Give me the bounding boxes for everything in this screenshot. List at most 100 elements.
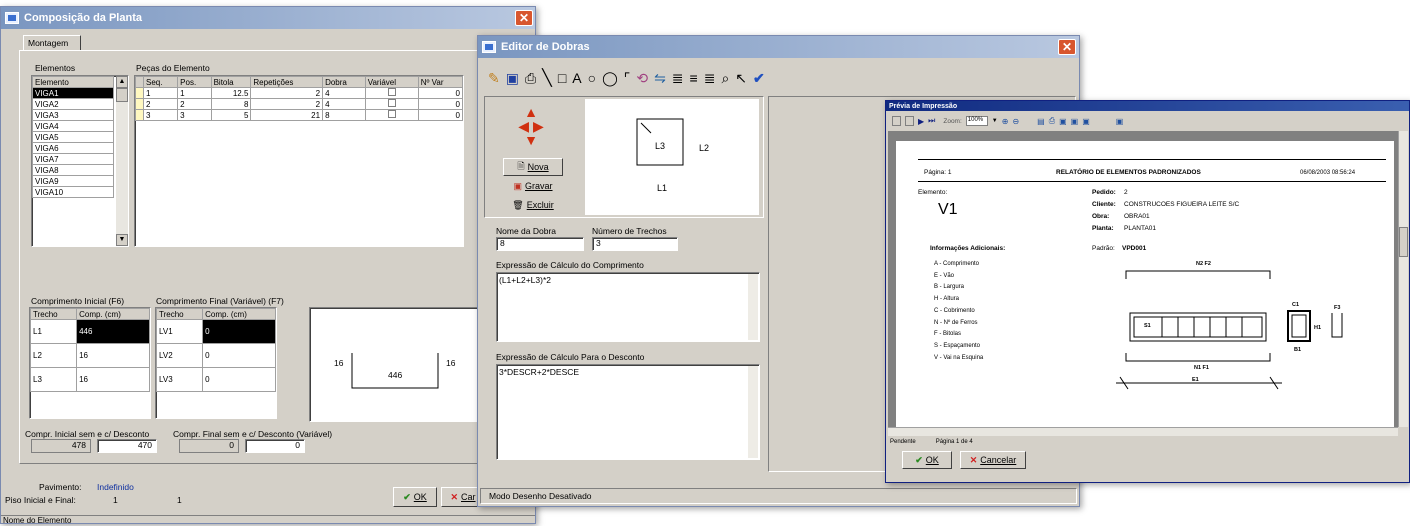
chevron-down-icon[interactable]: ▼ — [992, 118, 998, 124]
save-icon[interactable]: ▣ — [506, 70, 519, 87]
print-icon[interactable]: ⎙ — [1049, 116, 1055, 126]
zoom-icon[interactable]: ⌕ — [721, 70, 729, 87]
align-right-icon[interactable]: ≣ — [704, 70, 716, 87]
nova-button[interactable]: 🗎 Nova — [503, 158, 563, 176]
preview-titlebar[interactable]: Prévia de Impressão — [886, 101, 1409, 111]
page-width-icon[interactable]: ▤ — [1037, 117, 1045, 126]
expr-desc-textarea[interactable]: 3*DESCR+2*DESCE — [496, 364, 760, 460]
pecas-cell[interactable]: 8 — [322, 109, 366, 121]
trecho-header[interactable]: Trecho — [30, 308, 78, 320]
comp-row[interactable]: L3 16 — [30, 367, 150, 392]
compr-final-com[interactable]: 0 — [245, 439, 305, 453]
variavel-checkbox-cell[interactable] — [364, 98, 419, 110]
expr-comp-textarea[interactable]: (L1+L2+L3)*2 — [496, 272, 760, 342]
nome-input[interactable]: 8 — [496, 237, 584, 251]
elemento-cell[interactable]: VIGA9 — [32, 175, 114, 187]
trecho-cell[interactable]: LV1 — [156, 319, 204, 344]
comp-cell[interactable]: 16 — [76, 343, 150, 368]
pecas-column-header[interactable]: Nº Var — [417, 76, 463, 88]
line-icon[interactable]: ╲ — [542, 68, 552, 88]
dobra-canvas[interactable]: L3 L2 L1 — [585, 99, 759, 215]
pecas-cell[interactable]: 5 — [210, 109, 252, 121]
pecas-cell[interactable]: 1 — [142, 87, 179, 99]
elemento-cell[interactable]: VIGA6 — [32, 142, 114, 154]
setup-icon[interactable]: ▣ — [1059, 117, 1067, 126]
move-arrows-icon[interactable]: ▲ ◀ ▶ ▼ — [507, 105, 555, 149]
elementos-list[interactable]: Elemento VIGA1 VIGA2 VIGA3 VIGA4 VIGA5 VIGA6 V… — [31, 75, 129, 247]
next-page-icon[interactable]: ▶ — [918, 117, 924, 126]
comp-row[interactable]: LV1 0 — [156, 319, 276, 344]
elemento-row[interactable]: VIGA2 — [32, 98, 114, 110]
elemento-cell[interactable]: VIGA3 — [32, 109, 114, 121]
elemento-row[interactable]: VIGA6 — [32, 142, 114, 154]
rotate-icon[interactable]: ⟲ — [636, 70, 648, 87]
scroll-up-icon[interactable]: ▲ — [116, 76, 128, 88]
open-icon[interactable]: ▣ — [1082, 117, 1090, 126]
pecas-cell[interactable]: 0 — [417, 98, 463, 110]
expr-comp-scrollbar[interactable] — [748, 274, 758, 340]
elemento-row[interactable]: VIGA5 — [32, 131, 114, 143]
elemento-cell[interactable]: VIGA5 — [32, 131, 114, 143]
elemento-row[interactable]: VIGA7 — [32, 153, 114, 165]
scroll-down-icon[interactable]: ▼ — [116, 234, 128, 246]
trecho-cell[interactable]: L2 — [30, 343, 78, 368]
elemento-row[interactable]: VIGA3 — [32, 109, 114, 121]
elemento-row[interactable]: VIGA9 — [32, 175, 114, 187]
variavel-checkbox[interactable] — [387, 99, 396, 107]
pecas-cell[interactable]: 21 — [250, 109, 324, 121]
excluir-button[interactable]: 🗑 Excluir — [503, 196, 563, 214]
zoom-select[interactable]: 100% — [965, 116, 988, 126]
align-center-icon[interactable]: ≡ — [690, 70, 698, 86]
close-preview-icon[interactable]: ▣ — [1116, 117, 1124, 126]
row-indicator[interactable] — [135, 109, 144, 121]
elemento-cell[interactable]: VIGA7 — [32, 153, 114, 165]
elemento-row[interactable]: VIGA8 — [32, 164, 114, 176]
comp-final-grid[interactable]: Trecho Comp. (cm) LV1 0 LV2 0 LV3 0 — [155, 307, 277, 419]
ellipse-icon[interactable]: ◯ — [602, 70, 618, 87]
mirror-icon[interactable]: ⇋ — [654, 70, 666, 87]
pecas-column-header[interactable]: Dobra — [322, 76, 366, 88]
comp-cell[interactable]: 0 — [202, 343, 276, 368]
pecas-cell[interactable]: 12.5 — [210, 87, 252, 99]
elemento-cell[interactable]: VIGA4 — [32, 120, 114, 132]
elemento-cell[interactable]: VIGA2 — [32, 98, 114, 110]
trecho-cell[interactable]: L3 — [30, 367, 78, 392]
comp-cell[interactable]: 0 — [202, 367, 276, 392]
pointer-icon[interactable]: ↖ — [735, 70, 747, 87]
comp-header[interactable]: Comp. (cm) — [202, 308, 276, 320]
pecas-row[interactable]: 1 1 12.5 2 4 0 — [135, 87, 463, 99]
pecas-column-header[interactable]: Variável — [364, 76, 419, 88]
comp-row[interactable]: LV2 0 — [156, 343, 276, 368]
vertical-scrollbar[interactable] — [1398, 131, 1408, 427]
comp-cell[interactable]: 16 — [76, 367, 150, 392]
elemento-header[interactable]: Elemento — [32, 76, 114, 88]
comp-row[interactable]: L2 16 — [30, 343, 150, 368]
confirm-check-icon[interactable]: ✔ — [753, 70, 765, 87]
pecas-row[interactable]: 228240 — [135, 98, 463, 110]
pecas-cell[interactable]: 1 — [177, 87, 212, 99]
comp-header[interactable]: Comp. (cm) — [76, 308, 150, 320]
pecas-cell[interactable]: 8 — [210, 98, 252, 110]
zoom-out-icon[interactable]: ⊖ — [1012, 117, 1019, 126]
pecas-cell[interactable]: 2 — [177, 98, 212, 110]
comp-inicial-grid[interactable]: Trecho Comp. (cm) L1 446 L2 16 L3 16 — [29, 307, 151, 419]
elemento-row[interactable]: VIGA4 — [32, 120, 114, 132]
tab-montagem[interactable]: Montagem — [23, 35, 81, 51]
pecas-cell[interactable]: 3 — [177, 109, 212, 121]
comp-cell[interactable]: 446 — [76, 319, 150, 344]
pecas-row[interactable]: 3 3 5 21 8 0 — [135, 109, 463, 121]
trecho-header[interactable]: Trecho — [156, 308, 204, 320]
pecas-column-header[interactable]: Bitola — [210, 76, 252, 88]
trecho-cell[interactable]: LV3 — [156, 367, 204, 392]
pecas-column-header[interactable]: Repetições — [250, 76, 324, 88]
pecas-cell[interactable]: 0 — [417, 109, 463, 121]
pecas-cell[interactable]: 4 — [322, 98, 366, 110]
open-icon[interactable]: ⎙ — [525, 70, 536, 87]
text-icon[interactable]: A — [572, 70, 581, 86]
row-indicator[interactable] — [135, 98, 144, 110]
scroll-thumb[interactable] — [116, 88, 128, 102]
last-page-icon[interactable]: ⏭ — [928, 116, 935, 126]
pecas-column-header[interactable]: Pos. — [177, 76, 212, 88]
variavel-checkbox-cell[interactable] — [364, 87, 419, 99]
expr-desc-scrollbar[interactable] — [748, 366, 758, 458]
